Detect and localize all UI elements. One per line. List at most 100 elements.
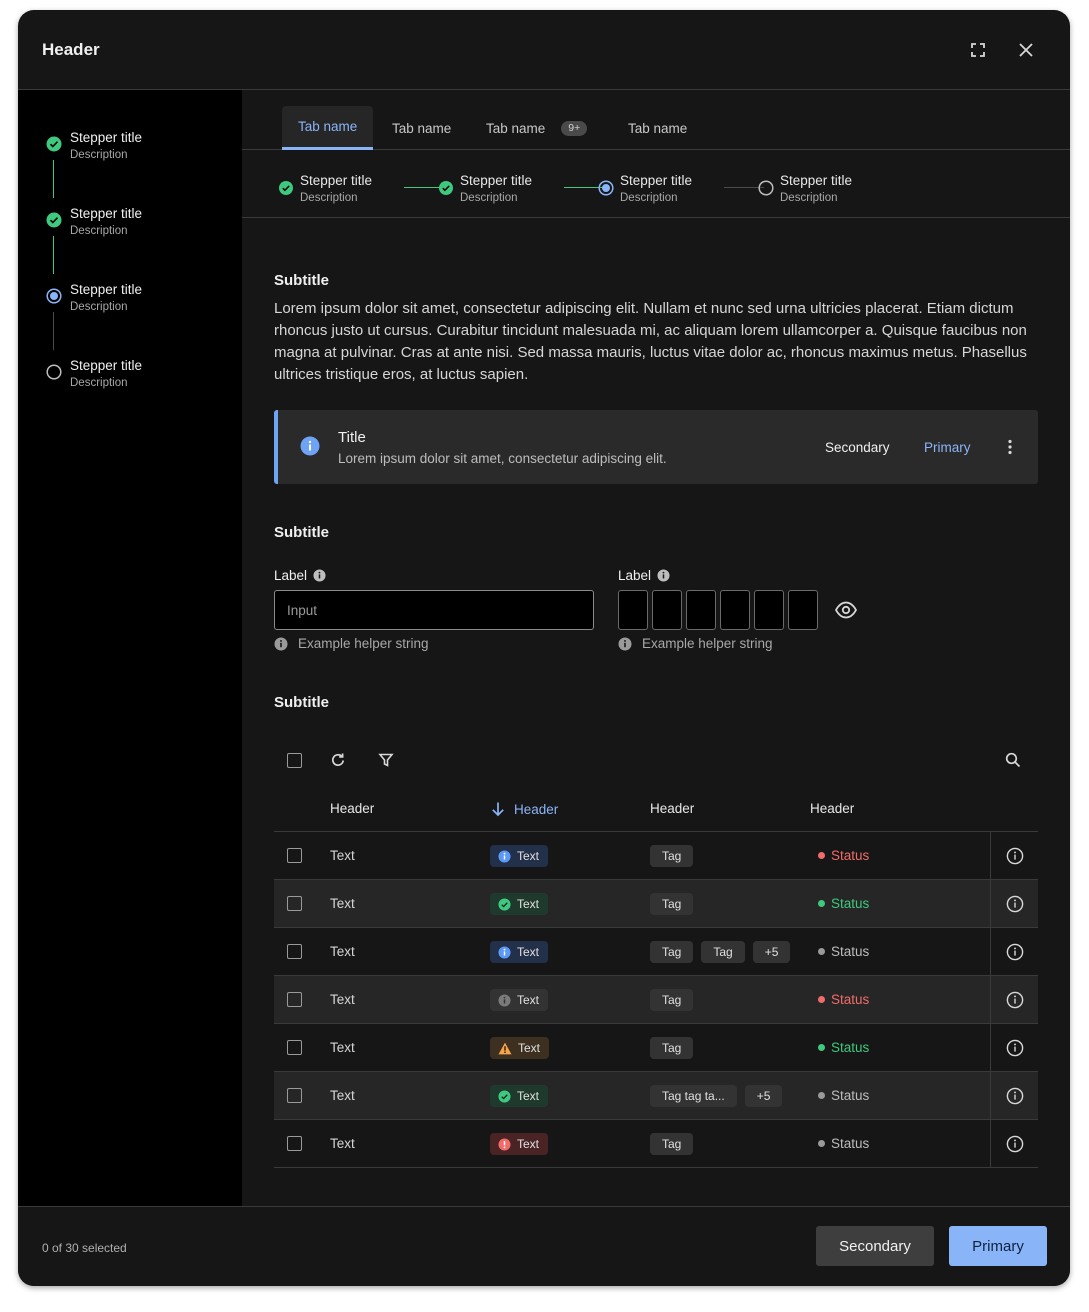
tab-4[interactable]: Tab name: [628, 106, 687, 150]
expand-icon[interactable]: [966, 38, 990, 62]
search-icon[interactable]: [1002, 749, 1024, 771]
tag: Tag: [701, 941, 745, 963]
tab-label: Tab name: [392, 120, 452, 136]
pin-digit-1[interactable]: [618, 590, 648, 630]
modal-dialog: Header Stepper title Description Stepper…: [18, 10, 1070, 1286]
status-label: Status: [831, 1088, 870, 1103]
row-checkbox[interactable]: [287, 944, 302, 959]
select-all-checkbox[interactable]: [283, 749, 305, 771]
row-info-button[interactable]: [990, 880, 1038, 927]
row-checkbox[interactable]: [287, 1136, 302, 1151]
step-title: Stepper title: [460, 173, 533, 188]
primary-button[interactable]: Primary: [949, 1226, 1047, 1266]
column-header[interactable]: Header: [650, 801, 694, 816]
tag: Tag: [650, 941, 694, 963]
current-step-icon: [598, 180, 614, 196]
chip-label: Text: [517, 945, 540, 959]
table-row[interactable]: Text Text Tag Status: [274, 832, 1038, 880]
notification-primary-button[interactable]: Primary: [924, 440, 971, 455]
input-helper: Example helper string: [274, 636, 429, 651]
info-outline-icon: [1006, 847, 1023, 864]
status-indicator: Status: [818, 848, 869, 863]
row-info-button[interactable]: [990, 1072, 1038, 1119]
data-table: Header Header Header Header Text Text Tag S…: [274, 790, 1038, 1168]
table-row[interactable]: Text Text Tag Status: [274, 880, 1038, 928]
table-row[interactable]: Text Text Tag Tag +5 Status: [274, 928, 1038, 976]
table-row[interactable]: Text Text Tag Status: [274, 1024, 1038, 1072]
cell-text: Text: [330, 848, 355, 863]
status-chip: Text: [490, 941, 549, 963]
tag: Tag: [650, 893, 694, 915]
pin-digit-6[interactable]: [788, 590, 818, 630]
main-content: Tab name Tab name Tab name 9+ Tab name St…: [242, 90, 1070, 1206]
tag: +5: [752, 941, 791, 963]
pin-digit-2[interactable]: [652, 590, 682, 630]
notification-secondary-button[interactable]: Secondary: [825, 440, 890, 455]
status-indicator: Status: [818, 1088, 869, 1103]
row-info-button[interactable]: [990, 832, 1038, 879]
step-description: Description: [70, 225, 128, 237]
text-input[interactable]: Input: [274, 590, 594, 630]
filter-icon[interactable]: [375, 749, 397, 771]
selection-count: 0 of 30 selected: [42, 1241, 127, 1255]
close-icon[interactable]: [1014, 38, 1038, 62]
tab-1[interactable]: Tab name: [282, 106, 374, 150]
info-outline-icon: [1006, 1135, 1023, 1152]
chip-label: Text: [518, 1041, 541, 1055]
row-info-button[interactable]: [990, 928, 1038, 975]
table-row[interactable]: Text Text Tag Status: [274, 1120, 1038, 1168]
pin-digit-5[interactable]: [754, 590, 784, 630]
sidebar-step-4[interactable]: Stepper title Description: [18, 352, 242, 412]
table-row[interactable]: Text Text Tag tag ta... +5 Status: [274, 1072, 1038, 1120]
info-outline-icon: [1006, 1087, 1023, 1104]
column-header-sorted[interactable]: Header: [490, 801, 558, 817]
tab-2[interactable]: Tab name: [392, 106, 451, 150]
refresh-icon[interactable]: [327, 749, 349, 771]
sidebar-step-2[interactable]: Stepper title Description: [18, 200, 242, 260]
tab-count-badge: 9+: [561, 120, 588, 136]
tab-3[interactable]: Tab name 9+: [486, 106, 588, 150]
pin-digit-4[interactable]: [720, 590, 750, 630]
tag: Tag: [650, 1037, 694, 1059]
info-outline-icon: [1006, 1039, 1023, 1056]
sidebar-step-1[interactable]: Stepper title Description: [18, 124, 242, 184]
info-icon[interactable]: [313, 569, 326, 582]
status-indicator: Status: [818, 1136, 869, 1151]
helper-text: Example helper string: [642, 636, 773, 651]
tab-label: Tab name: [628, 120, 688, 136]
step-connector: [53, 236, 54, 274]
status-label: Status: [831, 1040, 870, 1055]
cell-text: Text: [330, 1136, 355, 1151]
sidebar-step-3[interactable]: Stepper title Description: [18, 276, 242, 336]
row-checkbox[interactable]: [287, 992, 302, 1007]
row-checkbox[interactable]: [287, 896, 302, 911]
row-checkbox[interactable]: [287, 1040, 302, 1055]
info-outline-icon: [1006, 895, 1023, 912]
notification-title: Title: [338, 429, 366, 446]
column-header-label: Header: [330, 801, 375, 816]
status-label: Status: [831, 896, 870, 911]
info-icon[interactable]: [657, 569, 670, 582]
more-vertical-icon[interactable]: [1000, 437, 1020, 457]
status-dot: [818, 852, 825, 859]
column-header[interactable]: Header: [810, 801, 854, 816]
row-checkbox[interactable]: [287, 848, 302, 863]
info-icon: [498, 849, 511, 863]
column-header[interactable]: Header: [330, 801, 374, 816]
pin-helper: Example helper string: [618, 636, 773, 651]
eye-icon[interactable]: [834, 600, 858, 620]
row-info-button[interactable]: [990, 1024, 1038, 1071]
row-info-button[interactable]: [990, 1120, 1038, 1167]
table-row[interactable]: Text Text Tag Status: [274, 976, 1038, 1024]
step-description: Description: [70, 377, 128, 389]
step-title: Stepper title: [70, 130, 143, 145]
cell-text: Text: [330, 1088, 355, 1103]
pin-label-text: Label: [618, 568, 652, 583]
pin-digit-3[interactable]: [686, 590, 716, 630]
secondary-button[interactable]: Secondary: [816, 1226, 934, 1266]
row-checkbox[interactable]: [287, 1088, 302, 1103]
status-chip: Text: [490, 893, 549, 915]
row-info-button[interactable]: [990, 976, 1038, 1023]
input-label: Label: [274, 568, 326, 583]
info-icon: [498, 945, 511, 959]
